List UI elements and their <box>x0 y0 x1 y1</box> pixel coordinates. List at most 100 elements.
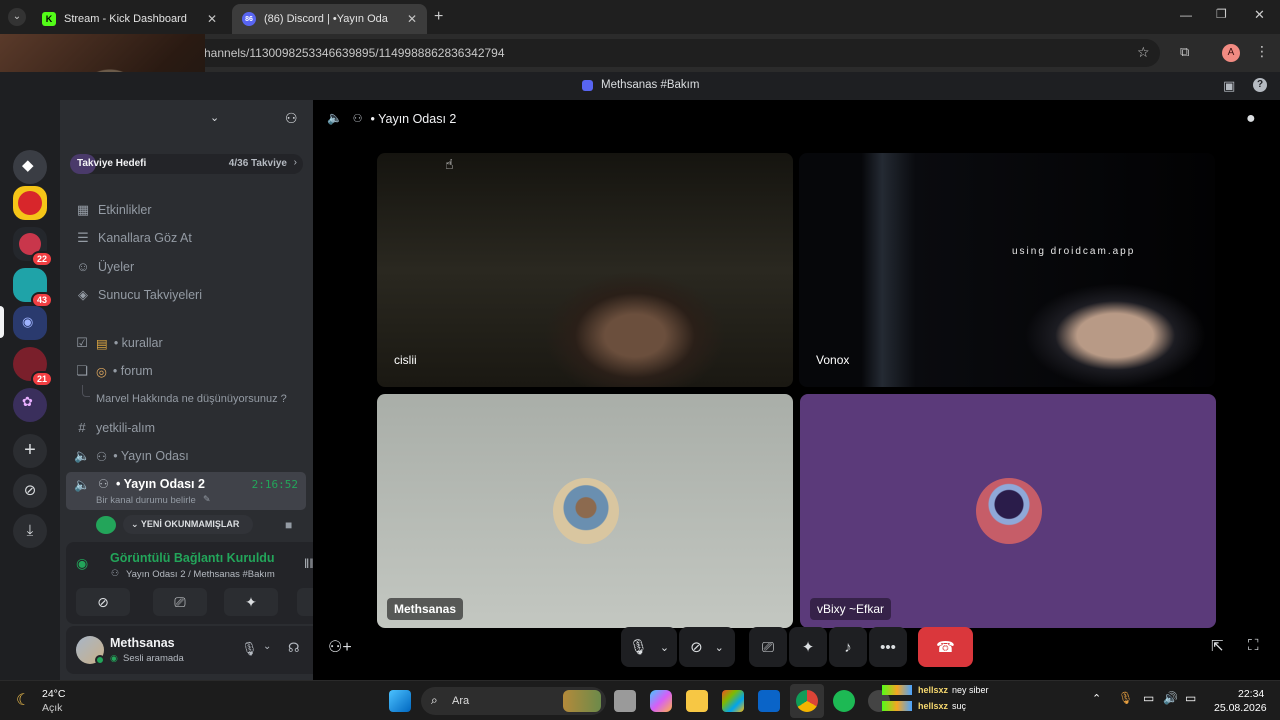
server-icon[interactable] <box>13 186 47 220</box>
video-tile-methsanas[interactable]: Methsanas <box>377 394 793 628</box>
url-field[interactable]: hannels/1130098253346639895/114998886283… <box>190 39 1160 67</box>
server-icon[interactable]: ◆ <box>13 150 47 184</box>
camera-off-button[interactable]: ⊘ <box>76 588 130 616</box>
thread-item[interactable]: Marvel Hakkında ne düşünüyorsunuz ? <box>96 393 287 405</box>
battery-icon[interactable]: ▭ <box>1185 691 1196 705</box>
search-highlight-icon <box>563 690 601 712</box>
hash-icon: # <box>78 420 86 435</box>
channel-kurallar[interactable]: ☑ ▤ • kurallar <box>74 335 163 351</box>
channel-voice-2-selected[interactable]: 🔈 ⚇ • Yayın Odası 2 2:16:52 Bir kanal du… <box>66 472 306 510</box>
nav-server-boosts[interactable]: ◈ Sunucu Takviyeleri <box>74 287 202 303</box>
add-user-icon[interactable]: ⚇+ <box>328 637 352 657</box>
help-icon[interactable]: ? <box>1253 78 1267 92</box>
chat-user: hellsxz <box>918 685 949 695</box>
download-icon[interactable]: ⤓ <box>13 514 47 548</box>
chevron-up-icon[interactable]: ⌃ <box>1092 692 1101 705</box>
more-options-button[interactable]: ••• <box>869 627 907 667</box>
popout-icon[interactable]: ⇱ <box>1211 637 1224 655</box>
maximize-button[interactable]: ❐ <box>1216 7 1227 21</box>
voice-status[interactable]: Görüntülü Bağlantı Kuruldu <box>110 551 275 565</box>
server-icon[interactable]: 21 <box>13 347 53 387</box>
speaker-icon: 🔈 <box>74 448 91 463</box>
activities-button[interactable]: ✦ <box>789 627 827 667</box>
microphone-control[interactable]: 🎙 ⌄ <box>621 627 677 667</box>
activities-button[interactable]: ✦ <box>224 588 278 616</box>
server-title-text: Methsanas #Bakım <box>601 79 700 91</box>
video-tile-vbixy[interactable]: vBixy ~Efkar <box>800 394 1216 628</box>
video-tile-cislii[interactable]: cislii <box>377 153 793 387</box>
store-icon[interactable] <box>722 690 744 712</box>
chevron-down-icon[interactable]: ⌄ <box>263 641 271 652</box>
screen-share-button[interactable]: ⎚ <box>153 588 207 616</box>
file-explorer-icon[interactable] <box>686 690 708 712</box>
spotify-icon[interactable] <box>833 690 855 712</box>
fullscreen-icon[interactable]: ⛶ <box>1248 637 1259 654</box>
microphone-tray-icon[interactable]: 🎙 <box>1118 691 1133 705</box>
add-server-icon[interactable]: + <box>13 434 47 468</box>
chat-user: hellsxz <box>918 701 949 711</box>
close-window-button[interactable]: ✕ <box>1254 7 1265 23</box>
participant-name: Methsanas <box>387 598 464 620</box>
channel-yetkili-alim[interactable]: # yetkili-alım <box>74 420 155 435</box>
channel-forum[interactable]: ❏ ◎ • forum <box>74 363 153 379</box>
taskbar-search[interactable]: ⌕ Ara <box>421 687 606 715</box>
server-icon[interactable]: ✿ <box>13 388 47 422</box>
microphone-icon[interactable]: 🎙 <box>241 641 258 657</box>
username[interactable]: Methsanas <box>110 636 175 650</box>
chevron-down-icon[interactable]: ⌄ <box>715 641 724 654</box>
task-view-icon[interactable] <box>614 690 636 712</box>
screen-share-button[interactable]: ⎚ <box>749 627 787 667</box>
discover-icon[interactable]: ⊘ <box>13 474 47 508</box>
nav-members[interactable]: ☺ Üyeler <box>74 259 134 274</box>
clock-time[interactable]: 22:34 <box>1238 688 1264 700</box>
nav-browse-channels[interactable]: ☰ Kanallara Göz At <box>74 230 192 246</box>
chat-bubble-icon[interactable]: ● <box>1246 110 1256 128</box>
inbox-icon[interactable]: ▣ <box>1223 78 1235 94</box>
nav-label: Üyeler <box>98 259 135 274</box>
tab-search-button[interactable]: ⌄ <box>8 8 26 26</box>
voice-location[interactable]: Yayın Odası 2 / Methsanas #Bakım <box>126 569 275 580</box>
soundboard-button[interactable]: ♪ <box>829 627 867 667</box>
chat-badges-icon <box>882 685 912 695</box>
new-tab-button[interactable]: + <box>434 8 443 26</box>
channel-sidebar: ⌄ ⚇ Takviye Hedefi 4/36 Takviye › ▦ Etkin… <box>60 100 366 680</box>
close-tab-icon[interactable]: ✕ <box>207 12 217 26</box>
server-title-icon <box>582 79 593 91</box>
activities-icon: ✦ <box>245 593 257 610</box>
tab-discord[interactable]: 86 (86) Discord | •Yayın Oda ✕ <box>232 4 427 34</box>
server-menu-chevron-icon[interactable]: ⌄ <box>210 111 219 124</box>
browser-menu-icon[interactable]: ⋮ <box>1255 43 1269 60</box>
volume-icon[interactable]: 🔊 <box>1163 691 1178 705</box>
nav-events[interactable]: ▦ Etkinlikler <box>74 202 152 218</box>
boost-icon: ◈ <box>78 287 88 302</box>
network-icon[interactable]: ▭ <box>1143 691 1154 705</box>
server-icon[interactable]: 43 <box>13 268 53 308</box>
channel-voice-1[interactable]: 🔈 ⚇ • Yayın Odası <box>74 448 189 464</box>
channel-status[interactable]: Bir kanal durumu belirle <box>96 495 196 506</box>
clock-date[interactable]: 25.08.2026 <box>1214 702 1267 714</box>
tab-kick-dashboard[interactable]: K Stream - Kick Dashboard ✕ <box>32 4 227 34</box>
new-unreads-button[interactable]: ⌄ YENİ OKUNMAMIŞLAR <box>123 515 253 534</box>
channel-label: • kurallar <box>113 336 163 350</box>
headphones-icon[interactable]: ☊ <box>288 640 300 656</box>
outlook-icon[interactable] <box>758 690 780 712</box>
camera-control[interactable]: ⊘ ⌄ <box>679 627 735 667</box>
extensions-icon[interactable]: ⧉ <box>1180 44 1189 60</box>
url-text: hannels/1130098253346639895/114998886283… <box>204 46 505 60</box>
video-tile-vonox[interactable]: using droidcam.app Vonox <box>799 153 1215 387</box>
windows-start-icon[interactable] <box>389 690 411 712</box>
copilot-icon[interactable] <box>650 690 672 712</box>
invite-icon[interactable]: ⚇ <box>285 110 298 127</box>
server-icon[interactable]: ◉ <box>13 306 47 340</box>
bookmark-star-icon[interactable]: ☆ <box>1137 44 1150 61</box>
chrome-icon[interactable] <box>796 690 818 712</box>
leave-call-button[interactable]: ☎ <box>918 627 973 667</box>
profile-avatar[interactable]: A <box>1222 44 1240 62</box>
minimize-button[interactable]: — <box>1180 8 1192 22</box>
server-icon[interactable]: 22 <box>13 227 53 267</box>
boost-goal-bar[interactable]: Takviye Hedefi 4/36 Takviye › <box>70 154 303 174</box>
voice-user-avatar <box>96 516 116 534</box>
chevron-down-icon[interactable]: ⌄ <box>660 641 669 654</box>
close-tab-icon[interactable]: ✕ <box>407 12 417 26</box>
weather-temp[interactable]: 24°C <box>42 688 65 700</box>
